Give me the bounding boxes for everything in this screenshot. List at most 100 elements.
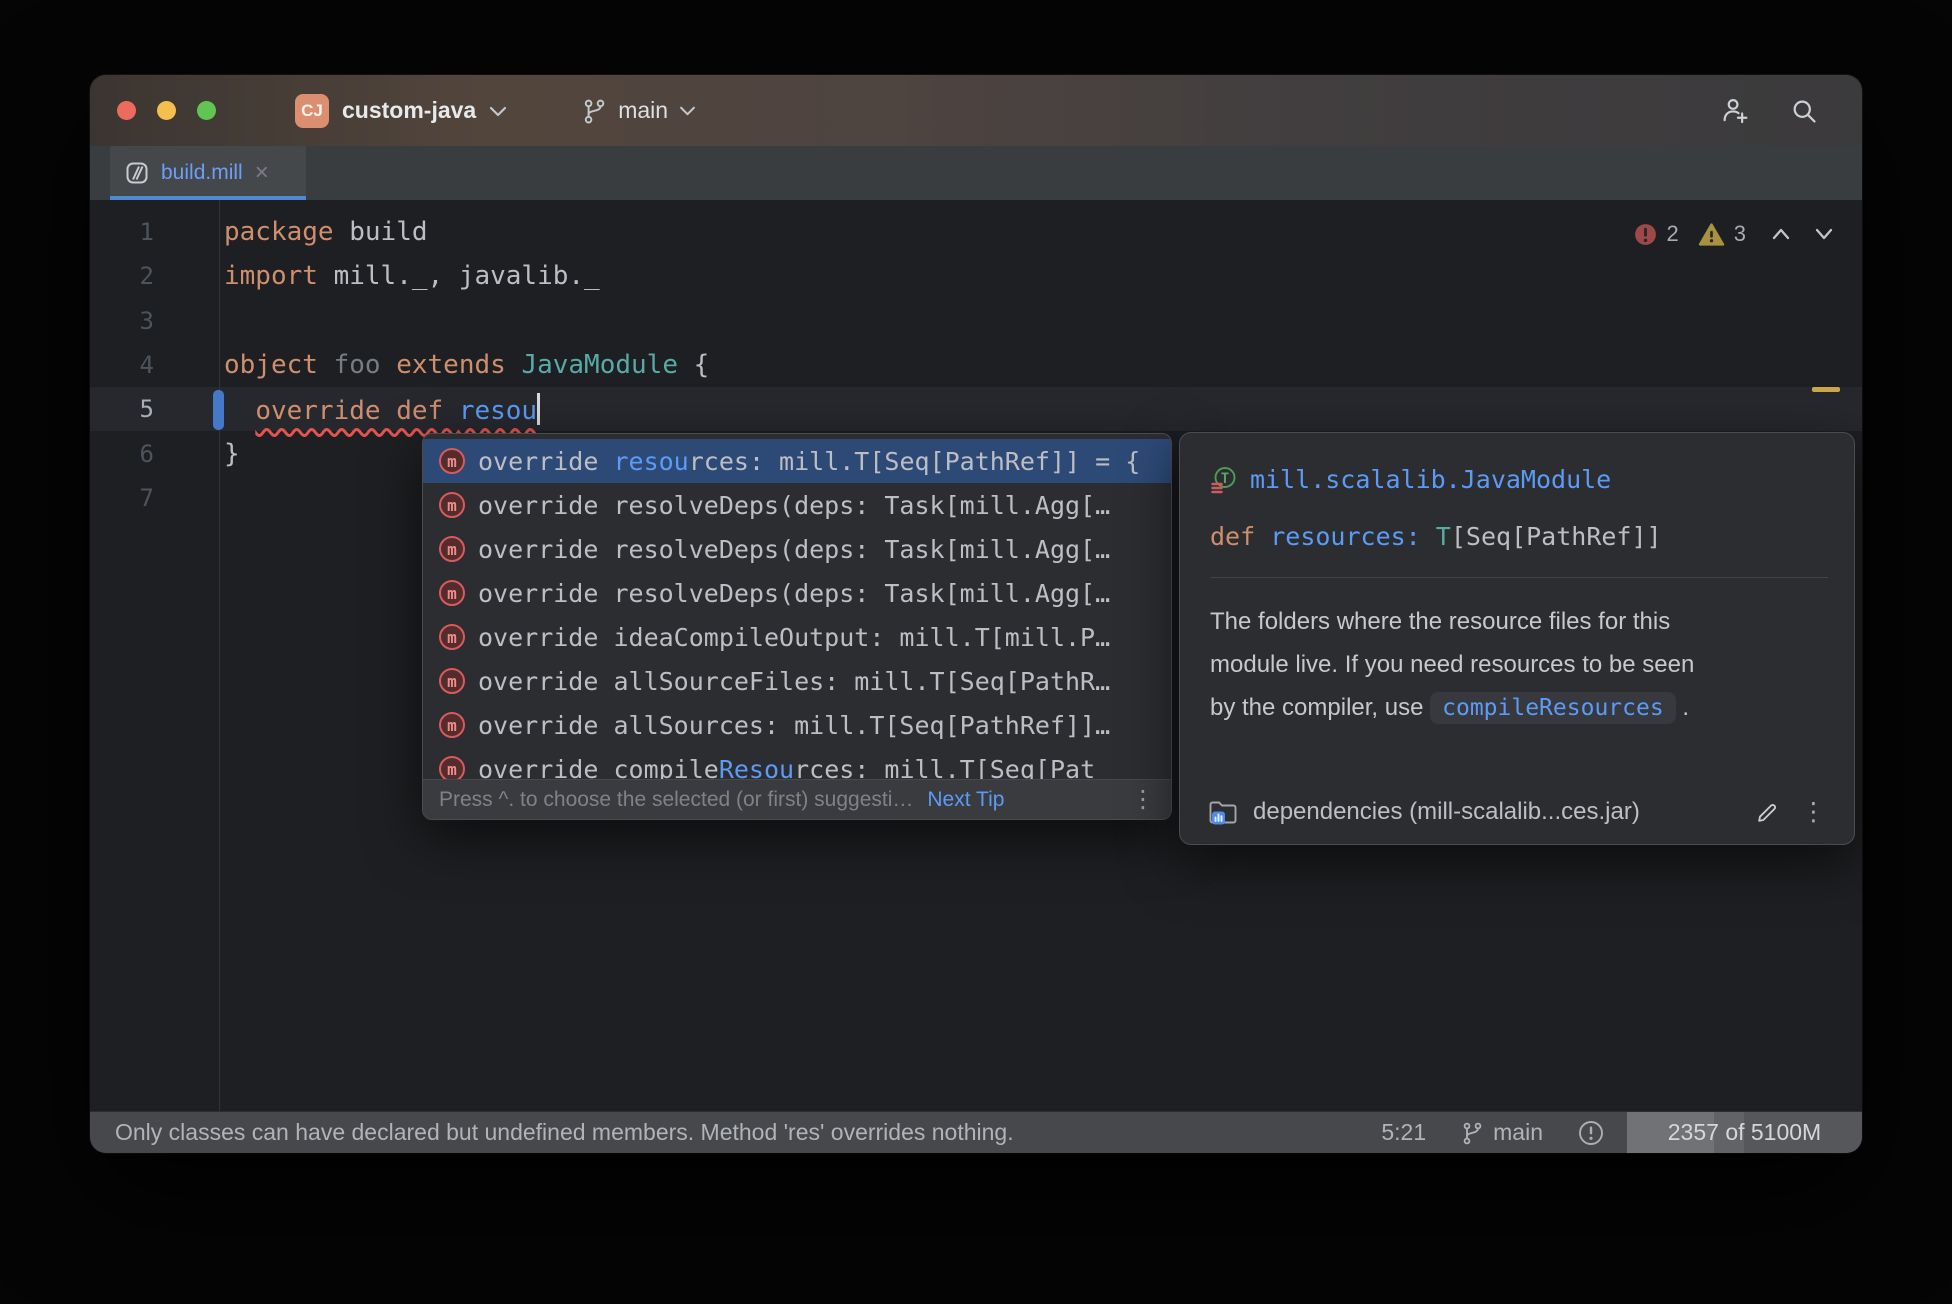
method-icon: m bbox=[439, 624, 465, 650]
project-name: custom-java bbox=[342, 97, 476, 124]
line-number[interactable]: 3 bbox=[90, 307, 154, 335]
completion-item[interactable]: m override compileResources: mill.T[Seq[P… bbox=[423, 747, 1171, 779]
completion-item-label: override allSourceFiles: mill.T[Seq[Path… bbox=[478, 667, 1110, 696]
project-widget[interactable]: CJ custom-java bbox=[295, 94, 507, 128]
chevron-down-icon bbox=[679, 105, 696, 116]
project-badge: CJ bbox=[295, 94, 329, 128]
warning-count: 3 bbox=[1734, 221, 1746, 247]
completion-hint: Press ^. to choose the selected (or firs… bbox=[439, 788, 913, 812]
completion-item-label: override resolveDeps(deps: Task[mill.Agg… bbox=[478, 535, 1110, 564]
doc-footer: dependencies (mill-scalalib...ces.jar) ⋮ bbox=[1208, 797, 1832, 827]
method-icon: m bbox=[439, 492, 465, 518]
inspections-widget[interactable]: 2 3 bbox=[1633, 221, 1835, 247]
library-folder-icon bbox=[1208, 799, 1238, 826]
method-icon: m bbox=[439, 756, 465, 779]
completion-item[interactable]: m override allSourceFiles: mill.T[Seq[Pat… bbox=[423, 659, 1171, 703]
line-number[interactable]: 5 bbox=[90, 395, 154, 423]
traffic-lights bbox=[90, 101, 237, 120]
memory-indicator[interactable]: 2357 of 5100M bbox=[1627, 1112, 1862, 1153]
completion-item-label: override resolveDeps(deps: Task[mill.Agg… bbox=[478, 579, 1110, 608]
minimize-window-button[interactable] bbox=[157, 101, 176, 120]
completion-item-label: override resources: mill.T[Seq[PathRef]]… bbox=[478, 447, 1140, 476]
completion-item-label: override compileResources: mill.T[Seq[Pa… bbox=[478, 755, 1095, 780]
code-text: object foo extends JavaModule { bbox=[224, 350, 709, 380]
scrollbar-warning-stripe[interactable] bbox=[1812, 387, 1840, 392]
code-line-2[interactable]: 2 import mill._, javalib._ bbox=[90, 254, 1862, 298]
completion-item[interactable]: moverride allSources: mill.T[Seq[PathRef… bbox=[423, 703, 1171, 747]
next-problem-icon[interactable] bbox=[1814, 227, 1834, 241]
method-icon: m bbox=[439, 448, 465, 474]
doc-signature: def resources: T[Seq[PathRef]] bbox=[1210, 522, 1828, 551]
close-window-button[interactable] bbox=[117, 101, 136, 120]
completion-item[interactable]: m override resolveDeps(deps: Task[mill.Ag… bbox=[423, 571, 1171, 615]
line-number[interactable]: 2 bbox=[90, 262, 154, 290]
status-branch-widget[interactable]: main bbox=[1460, 1119, 1543, 1146]
title-bar: CJ custom-java main bbox=[90, 75, 1862, 146]
branch-name: main bbox=[618, 97, 668, 124]
method-icon: m bbox=[439, 668, 465, 694]
completion-item-label: override ideaCompileOutput: mill.T[mill.… bbox=[478, 623, 1110, 652]
completion-item[interactable]: m override resolveDeps(deps: Task[mill.Ag… bbox=[423, 527, 1171, 571]
code-line-5[interactable]: 5 override def resou bbox=[90, 387, 1862, 431]
code-text: package build bbox=[224, 217, 428, 247]
zoom-window-button[interactable] bbox=[197, 101, 216, 120]
status-message: Only classes can have declared but undef… bbox=[115, 1119, 1347, 1146]
status-bar: Only classes can have declared but undef… bbox=[90, 1111, 1862, 1153]
git-branch-icon bbox=[1460, 1121, 1484, 1145]
doc-source-label: dependencies (mill-scalalib...ces.jar) bbox=[1253, 798, 1740, 826]
doc-divider bbox=[1210, 577, 1828, 578]
completion-item[interactable]: moverride resolveDeps(deps: Task[mill.Ag… bbox=[423, 483, 1171, 527]
doc-description: The folders where the resource files for… bbox=[1210, 600, 1828, 730]
doc-qualified-name[interactable]: mill.scalalib.JavaModule bbox=[1250, 465, 1611, 494]
method-icon: m bbox=[439, 536, 465, 562]
completion-list: m override resources: mill.T[Seq[PathRef]… bbox=[423, 434, 1171, 779]
code-line-3[interactable]: 3 bbox=[90, 299, 1862, 343]
code-line-1[interactable]: 1 package build bbox=[90, 210, 1862, 254]
chevron-down-icon bbox=[489, 105, 507, 117]
line-number[interactable]: 1 bbox=[90, 218, 154, 246]
add-user-icon[interactable] bbox=[1721, 96, 1750, 125]
method-icon: m bbox=[439, 580, 465, 606]
documentation-popup: T mill.scalalib.JavaModule def resources… bbox=[1179, 432, 1855, 845]
gutter-separator bbox=[219, 200, 220, 1111]
method-icon: m bbox=[439, 712, 465, 738]
mill-file-icon bbox=[125, 161, 149, 185]
ide-window: CJ custom-java main bbox=[90, 75, 1862, 1153]
code-text: override def resou bbox=[224, 393, 540, 426]
code-editor[interactable]: 1 package build 2 import mill._, javalib._ 3… bbox=[90, 200, 1862, 1111]
completion-popup: m override resources: mill.T[Seq[PathRef]… bbox=[422, 433, 1172, 820]
completion-item[interactable]: m override ideaCompileOutput: mill.T[mill… bbox=[423, 615, 1171, 659]
line-number[interactable]: 6 bbox=[90, 440, 154, 468]
tab-label: build.mill bbox=[161, 161, 243, 185]
previous-problem-icon[interactable] bbox=[1771, 227, 1791, 241]
code-text: import mill._, javalib._ bbox=[224, 261, 600, 291]
branch-widget[interactable]: main bbox=[581, 97, 696, 124]
error-icon bbox=[1633, 222, 1658, 247]
completion-footer: Press ^. to choose the selected (or firs… bbox=[423, 779, 1171, 819]
next-tip-link[interactable]: Next Tip bbox=[927, 788, 1004, 812]
code-line-4[interactable]: 4 object foo extends JavaModule { bbox=[90, 343, 1862, 387]
completion-more-icon[interactable]: ⋮ bbox=[1115, 785, 1155, 814]
line-number[interactable]: 7 bbox=[90, 484, 154, 512]
vcs-change-marker[interactable] bbox=[213, 390, 224, 430]
trait-icon: T bbox=[1210, 466, 1238, 494]
code-text: } bbox=[224, 439, 240, 469]
tab-close-icon[interactable]: × bbox=[255, 161, 269, 185]
caret-position-widget[interactable]: 5:21 bbox=[1381, 1119, 1426, 1146]
line-number[interactable]: 4 bbox=[90, 351, 154, 379]
edit-icon[interactable] bbox=[1755, 800, 1780, 825]
doc-header: T mill.scalalib.JavaModule bbox=[1210, 465, 1828, 494]
text-caret bbox=[537, 393, 540, 425]
editor-tab-bar: build.mill × bbox=[90, 146, 1862, 200]
git-branch-icon bbox=[581, 98, 607, 124]
completion-item[interactable]: m override resources: mill.T[Seq[PathRef]… bbox=[423, 439, 1171, 483]
error-count: 2 bbox=[1667, 221, 1679, 247]
status-branch-name: main bbox=[1493, 1119, 1543, 1146]
memory-text: 2357 of 5100M bbox=[1668, 1119, 1821, 1146]
search-icon[interactable] bbox=[1790, 97, 1818, 125]
notifications-icon[interactable] bbox=[1577, 1119, 1605, 1147]
tab-build-mill[interactable]: build.mill × bbox=[110, 146, 306, 200]
warning-icon bbox=[1698, 222, 1725, 247]
doc-more-icon[interactable]: ⋮ bbox=[1795, 797, 1832, 827]
compile-resources-chip[interactable]: compileResources bbox=[1430, 692, 1676, 724]
